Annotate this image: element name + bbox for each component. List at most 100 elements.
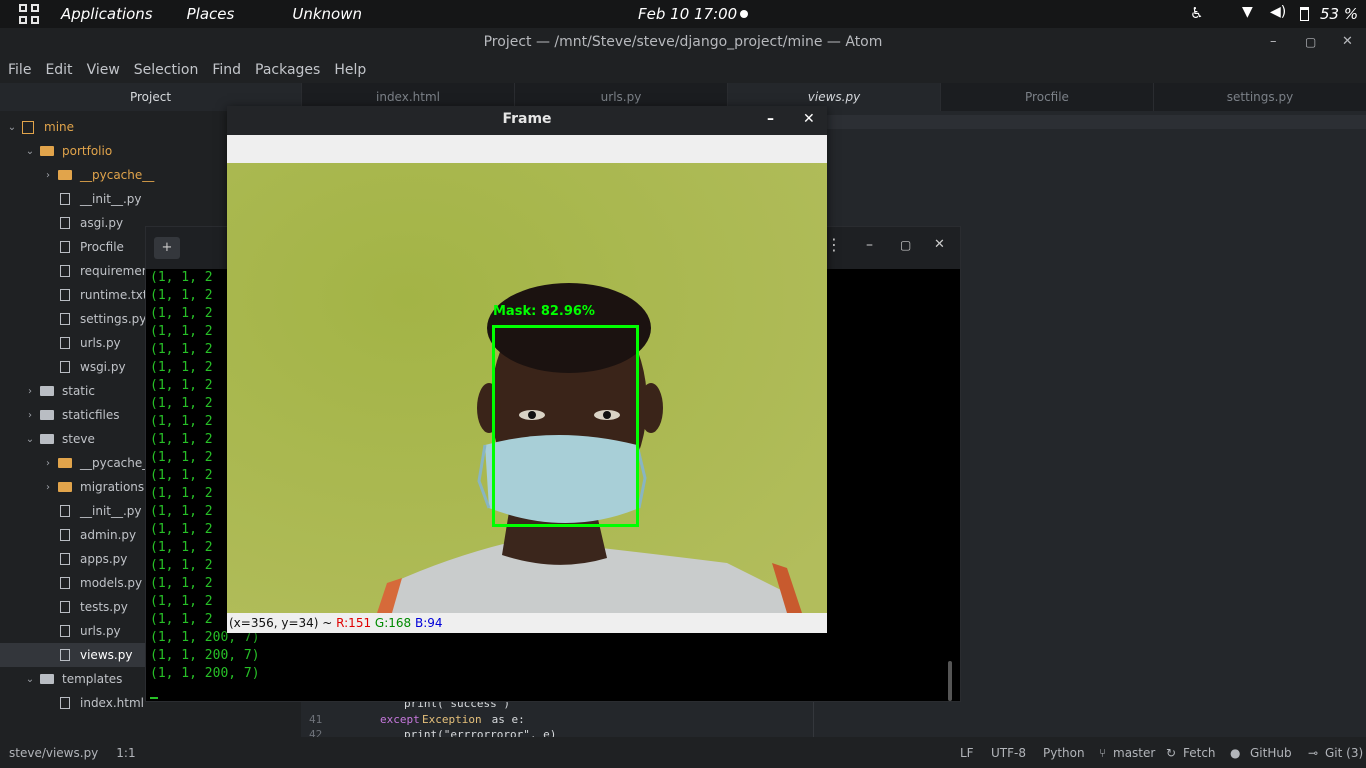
branch-icon: ⑂: [1099, 745, 1107, 760]
chevron-icon[interactable]: ⌄: [24, 146, 36, 157]
tab-settings-py[interactable]: settings.py: [1153, 83, 1366, 111]
status-encoding[interactable]: UTF-8: [991, 746, 1026, 760]
tree-item-label: admin.py: [80, 528, 137, 542]
menu-selection[interactable]: Selection: [134, 62, 199, 78]
fetch-icon: ↻: [1166, 745, 1177, 760]
tree-item-mine[interactable]: ⌄ mine: [0, 115, 74, 139]
tree-item-label: __init__.py: [80, 504, 142, 518]
maximize-button[interactable]: ▢: [1305, 28, 1316, 56]
status-line-ending[interactable]: LF: [960, 746, 974, 760]
volume-icon[interactable]: ◀): [1270, 4, 1286, 20]
frame-close-button[interactable]: ✕: [803, 106, 815, 133]
menu-help[interactable]: Help: [334, 62, 366, 78]
tree-item-label: Procfile: [80, 240, 124, 254]
minimize-button[interactable]: –: [1270, 28, 1277, 56]
tree-item-models-py[interactable]: models.py: [0, 571, 142, 595]
chevron-icon[interactable]: ›: [24, 410, 36, 421]
tree-item-apps-py[interactable]: apps.py: [0, 547, 127, 571]
status-cursor-pos[interactable]: 1:1: [116, 746, 135, 760]
apps-grid-icon[interactable]: [19, 4, 39, 24]
file-icon: [60, 625, 70, 637]
clock[interactable]: Feb 10 17:00: [638, 5, 737, 23]
chevron-icon[interactable]: ⌄: [24, 434, 36, 445]
menu-edit[interactable]: Edit: [45, 62, 72, 78]
tab-procfile[interactable]: Procfile: [940, 83, 1153, 111]
frame-title: Frame: [502, 111, 552, 127]
terminal-scrollbar[interactable]: [948, 661, 952, 701]
code-exception-class: Exception: [422, 713, 482, 726]
folder-icon: [58, 458, 72, 468]
chevron-icon[interactable]: ⌄: [24, 674, 36, 685]
tree-item-settings-py[interactable]: settings.py: [0, 307, 146, 331]
terminal-minimize-button[interactable]: –: [866, 237, 873, 253]
file-icon: [60, 289, 70, 301]
terminal-menu-icon[interactable]: ⋮: [826, 235, 842, 254]
unknown-menu[interactable]: Unknown: [292, 5, 362, 23]
tree-item-label: static: [62, 384, 95, 398]
menu-file[interactable]: File: [8, 62, 31, 78]
tree-item-procfile[interactable]: Procfile: [0, 235, 124, 259]
chevron-icon[interactable]: ⌄: [6, 122, 18, 133]
tree-item--pycache-[interactable]: › __pycache__: [0, 163, 154, 187]
chevron-icon[interactable]: ›: [42, 458, 54, 469]
tree-item--init-py[interactable]: __init__.py: [0, 499, 142, 523]
notification-dot-icon: [740, 10, 748, 18]
detection-label: Mask: 82.96%: [493, 304, 595, 319]
tree-item-label: migrations: [80, 480, 145, 494]
code-keyword-except: except: [380, 713, 427, 726]
file-icon: [60, 193, 70, 205]
new-tab-icon[interactable]: +: [154, 237, 180, 259]
battery-icon[interactable]: [1300, 7, 1309, 21]
tree-item-urls-py[interactable]: urls.py: [0, 331, 121, 355]
applications-menu[interactable]: Applications: [61, 5, 153, 23]
status-fetch[interactable]: Fetch: [1183, 746, 1216, 760]
places-menu[interactable]: Places: [187, 5, 235, 23]
tree-item-index-html[interactable]: index.html: [0, 691, 144, 715]
status-file-path[interactable]: steve/views.py: [9, 746, 98, 760]
folder-icon: [40, 146, 54, 156]
menu-find[interactable]: Find: [212, 62, 241, 78]
tree-item-requirements[interactable]: requirements: [0, 259, 160, 283]
menu-packages[interactable]: Packages: [255, 62, 320, 78]
tree-item-steve[interactable]: ⌄ steve: [0, 427, 95, 451]
terminal-close-button[interactable]: ✕: [934, 237, 945, 252]
chevron-icon[interactable]: ›: [42, 170, 54, 181]
tree-item-label: __pycache__: [80, 168, 155, 182]
chevron-icon[interactable]: ›: [24, 386, 36, 397]
status-github[interactable]: GitHub: [1250, 746, 1292, 760]
frame-minimize-button[interactable]: –: [767, 106, 774, 133]
terminal-maximize-button[interactable]: ▢: [900, 238, 911, 252]
tree-item--pycache-[interactable]: › __pycache__: [0, 451, 154, 475]
file-icon: [60, 505, 70, 517]
folder-icon: [40, 674, 54, 684]
tree-item-wsgi-py[interactable]: wsgi.py: [0, 355, 126, 379]
tree-item-urls-py[interactable]: urls.py: [0, 619, 121, 643]
tree-item-label: templates: [62, 672, 123, 686]
file-icon: [60, 601, 70, 613]
tree-item-migrations[interactable]: › migrations: [0, 475, 144, 499]
status-git[interactable]: Git (3): [1325, 746, 1363, 760]
detection-box: [492, 325, 639, 527]
status-language[interactable]: Python: [1043, 746, 1085, 760]
file-icon: [60, 553, 70, 565]
accessibility-icon[interactable]: ♿: [1190, 4, 1203, 22]
tree-item-asgi-py[interactable]: asgi.py: [0, 211, 123, 235]
frame-title-bar: Frame – ✕: [227, 106, 827, 135]
folder-icon: [58, 482, 72, 492]
tree-item--init-py[interactable]: __init__.py: [0, 187, 142, 211]
tree-item-staticfiles[interactable]: › staticfiles: [0, 403, 119, 427]
tree-item-static[interactable]: › static: [0, 379, 95, 403]
tree-item-tests-py[interactable]: tests.py: [0, 595, 128, 619]
chevron-icon[interactable]: ›: [42, 482, 54, 493]
status-branch[interactable]: master: [1113, 746, 1155, 760]
close-button[interactable]: ✕: [1342, 28, 1353, 56]
tree-item-templates[interactable]: ⌄ templates: [0, 667, 123, 691]
tree-item-portfolio[interactable]: ⌄ portfolio: [0, 139, 112, 163]
wifi-icon[interactable]: ▼: [1242, 4, 1253, 20]
tree-item-label: urls.py: [80, 336, 121, 350]
tree-item-runtime-txt[interactable]: runtime.txt: [0, 283, 148, 307]
pixel-coords: (x=356, y=34) ~: [229, 616, 337, 630]
frame-window[interactable]: Frame – ✕ Mask: 82.96% (x=356, y=34) ~ R…: [227, 106, 827, 633]
tree-item-admin-py[interactable]: admin.py: [0, 523, 136, 547]
menu-view[interactable]: View: [87, 62, 120, 78]
